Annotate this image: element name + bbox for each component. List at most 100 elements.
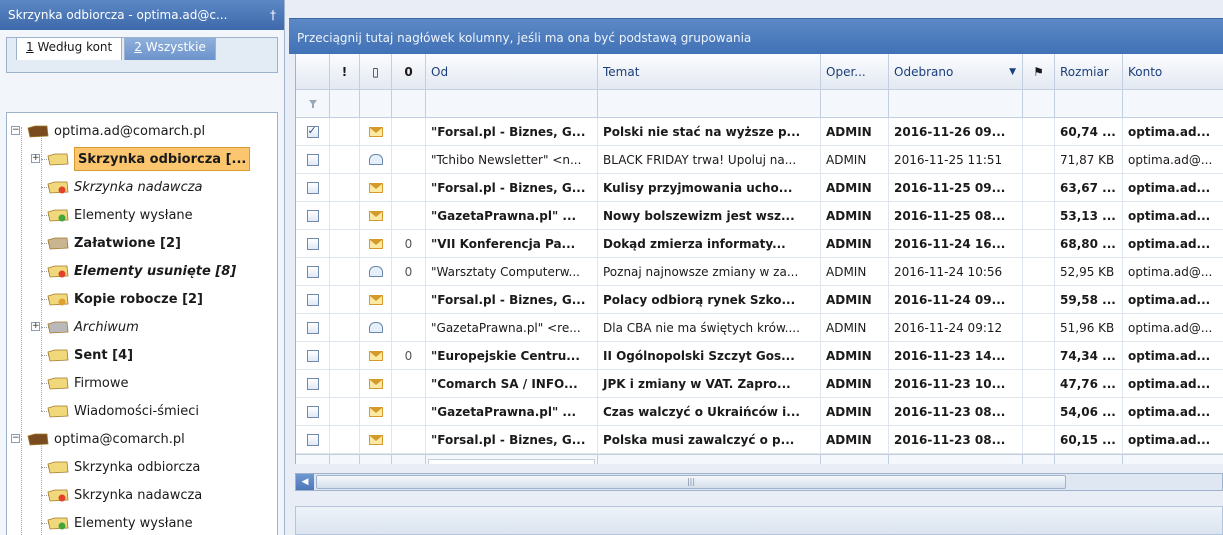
column-header-operator[interactable]: Oper... (821, 54, 889, 90)
scroll-thumb[interactable]: ||| (316, 475, 1066, 489)
cell-attach: 0 (392, 342, 426, 370)
cell-from: "VII Konferencja Pa... (426, 230, 598, 258)
column-header-type[interactable]: ▯ (360, 54, 392, 90)
row-checkbox[interactable] (306, 153, 319, 166)
tree-folder-item[interactable]: Skrzynka nadawcza (47, 173, 203, 201)
cell-type (360, 118, 392, 146)
column-header-check[interactable] (296, 54, 330, 90)
tree-folder-item[interactable]: Kopie robocze [2] (47, 285, 203, 313)
mail-icon (368, 126, 383, 137)
filter-cell-account[interactable] (1123, 90, 1223, 118)
column-header-priority[interactable]: ! (330, 54, 360, 90)
tree-folder-item[interactable]: Skrzynka nadawcza (47, 481, 202, 509)
tree-folder-item[interactable]: Elementy wysłane (47, 201, 193, 229)
cell-subject: Kulisy przyjmowania ucho... (598, 174, 821, 202)
cell-check[interactable] (296, 426, 330, 454)
cell-check[interactable] (296, 314, 330, 342)
column-header-flag[interactable]: ⚑ (1023, 54, 1055, 90)
tree-folder-item[interactable]: Załatwione [2] (47, 229, 181, 257)
column-header-account[interactable]: Konto (1123, 54, 1223, 90)
row-checkbox[interactable] (306, 321, 319, 334)
tab-all[interactable]: 2 Wszystkie (124, 37, 216, 60)
row-checkbox[interactable] (306, 293, 319, 306)
tree-folder-item[interactable]: Skrzynka odbiorcza (47, 453, 200, 481)
cell-check[interactable] (296, 398, 330, 426)
row-checkbox[interactable] (306, 349, 319, 362)
cell-account: optima.ad... (1123, 118, 1223, 146)
tree-folder-item[interactable]: Firmowe (47, 369, 129, 397)
row-checkbox[interactable] (306, 405, 319, 418)
folder-icon (47, 152, 69, 166)
filter-cell-attach[interactable] (392, 90, 426, 118)
cell-flag (1023, 342, 1055, 370)
cell-operator: ADMIN (821, 118, 889, 146)
cell-from: "Europejskie Centru... (426, 342, 598, 370)
group-by-area[interactable]: Przeciągnij tutaj nagłówek kolumny, jeśl… (289, 18, 1223, 54)
tree-folder-item[interactable]: optima@comarch.pl (27, 425, 185, 453)
cell-size: 60,74 ... (1055, 118, 1123, 146)
cell-check[interactable] (296, 342, 330, 370)
cell-check[interactable] (296, 118, 330, 146)
tree-folder-item[interactable]: optima.ad@comarch.pl (27, 117, 205, 145)
row-checkbox[interactable] (306, 124, 319, 138)
scroll-left-icon[interactable]: ◀ (296, 474, 314, 490)
row-checkbox[interactable] (306, 209, 319, 222)
cell-attach (392, 146, 426, 174)
row-checkbox[interactable] (306, 377, 319, 390)
collapse-icon[interactable]: − (11, 434, 20, 443)
cell-subject: Dla CBA nie ma świętych krów.... (598, 314, 821, 342)
column-header-from[interactable]: Od (426, 54, 598, 90)
tree-folder-item[interactable]: Sent [4] (47, 341, 133, 369)
row-checkbox[interactable] (306, 265, 319, 278)
expand-icon[interactable]: + (31, 154, 40, 163)
message-count: 30 (428, 459, 595, 464)
tree-folder-item[interactable]: Archiwum (47, 313, 139, 341)
cell-subject: Poznaj najnowsze zmiany w za... (598, 258, 821, 286)
row-checkbox[interactable] (306, 237, 319, 250)
filter-cell-from[interactable] (426, 90, 598, 118)
collapse-icon[interactable]: − (11, 126, 20, 135)
horizontal-scrollbar[interactable]: ◀ ||| (295, 473, 1223, 491)
pin-icon[interactable]: † (270, 8, 276, 22)
mail-icon (368, 406, 383, 417)
mail-icon (368, 350, 383, 361)
filter-cell-operator[interactable] (821, 90, 889, 118)
column-header-size[interactable]: Rozmiar (1055, 54, 1123, 90)
cell-check[interactable] (296, 230, 330, 258)
tree-folder-item[interactable]: Skrzynka odbiorcza [... (47, 145, 251, 173)
tree-folder-item[interactable]: Elementy usunięte [8] (47, 257, 236, 285)
cell-check[interactable] (296, 370, 330, 398)
row-checkbox[interactable] (306, 433, 319, 446)
cell-flag (1023, 398, 1055, 426)
cell-check[interactable] (296, 202, 330, 230)
column-header-attach[interactable]: 0 (392, 54, 426, 90)
folder-icon (47, 516, 69, 530)
tab-by-account[interactable]: 1 Według kont (16, 37, 123, 60)
cell-flag (1023, 146, 1055, 174)
cell-account: optima.ad... (1123, 370, 1223, 398)
cell-check[interactable] (296, 174, 330, 202)
column-header-label: Konto (1128, 64, 1163, 79)
cell-account: optima.ad... (1123, 286, 1223, 314)
filter-cell-flag[interactable] (1023, 90, 1055, 118)
cell-check[interactable] (296, 286, 330, 314)
filter-cell-priority[interactable] (330, 90, 360, 118)
column-header-received[interactable]: Odebrano ▼ (889, 54, 1023, 90)
cell-check[interactable] (296, 258, 330, 286)
cell-operator: ADMIN (821, 230, 889, 258)
filter-cell-size[interactable] (1055, 90, 1123, 118)
cell-priority (330, 202, 360, 230)
tree-folder-item[interactable]: Elementy wysłane (47, 509, 193, 535)
column-header-subject[interactable]: Temat (598, 54, 821, 90)
filter-cell-type[interactable] (360, 90, 392, 118)
filter-cell-subject[interactable] (598, 90, 821, 118)
tree-folder-item[interactable]: Wiadomości-śmieci (47, 397, 199, 425)
expand-icon[interactable]: + (31, 322, 40, 331)
filter-cell-received[interactable] (889, 90, 1023, 118)
cell-flag (1023, 230, 1055, 258)
cell-check[interactable] (296, 146, 330, 174)
cell-subject: JPK i zmiany w VAT. Zapro... (598, 370, 821, 398)
cell-from: "Forsal.pl - Biznes, G... (426, 118, 598, 146)
row-checkbox[interactable] (306, 181, 319, 194)
filter-cell-check[interactable] (296, 90, 330, 118)
